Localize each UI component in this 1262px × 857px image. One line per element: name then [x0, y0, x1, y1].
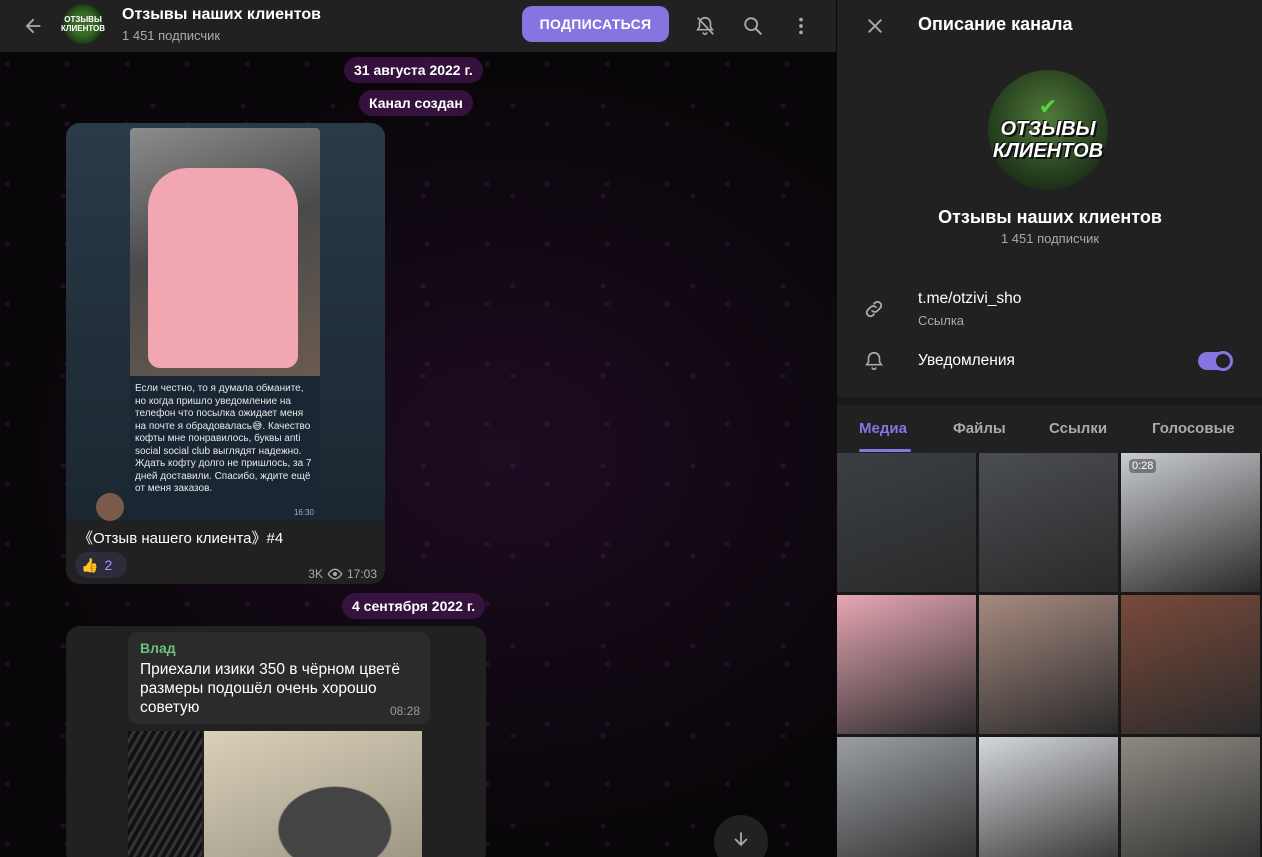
post-time: 17:03 [346, 567, 377, 581]
message-text: Приехали изики 350 в чёрном цветё размер… [140, 661, 401, 716]
close-panel-button[interactable] [859, 10, 891, 42]
more-button[interactable] [785, 10, 817, 42]
media-thumbnail[interactable] [979, 595, 1118, 734]
thumbs-up-icon: 👍 [81, 556, 99, 573]
toggle-knob [1213, 351, 1233, 371]
channel-avatar[interactable]: ОТЗЫВЫ КЛИЕНТОВ [61, 4, 105, 44]
media-tabs: Медиа Файлы Ссылки Голосовые [837, 405, 1262, 453]
notifications-label: Уведомления [918, 352, 1015, 369]
review-text: Если честно, то я думала обманите, но ко… [135, 383, 312, 494]
link-icon [865, 300, 883, 318]
logo-line-1: ОТЗЫВЫ [1000, 118, 1096, 140]
notifications-toggle[interactable] [1198, 351, 1233, 371]
bell-icon [865, 351, 883, 371]
quoted-message[interactable]: Влад Приехали изики 350 в чёрном цветё р… [128, 632, 430, 724]
reviewer-avatar [96, 493, 124, 521]
service-message: Канал создан [359, 90, 473, 116]
media-thumbnail[interactable] [1121, 595, 1260, 734]
review-screenshot: Если честно, то я думала обманите, но ко… [130, 128, 320, 520]
media-thumbnail[interactable] [1121, 737, 1260, 857]
tab-links[interactable]: Ссылки [1049, 420, 1107, 437]
views-count: 3K [308, 567, 323, 581]
pink-hoodie [148, 168, 298, 368]
panel-header: Описание канала [837, 0, 1262, 52]
eye-icon [327, 568, 343, 580]
sneaker-photo-2[interactable] [204, 731, 422, 857]
search-button[interactable] [737, 10, 769, 42]
channel-info-panel: Описание канала ✔ ОТЗЫВЫ КЛИЕНТОВ Отзывы… [836, 0, 1262, 857]
post-photo[interactable]: Если честно, то я думала обманите, но ко… [66, 123, 385, 521]
channel-link[interactable]: t.me/otzivi_sho [918, 290, 1021, 308]
chat-view: ОТЗЫВЫ КЛИЕНТОВ Отзывы наших клиентов 1 … [0, 0, 836, 857]
message-forwarded-post[interactable]: Влад Приехали изики 350 в чёрном цветё р… [66, 626, 486, 857]
reaction-count: 2 [104, 557, 113, 573]
media-thumbnail[interactable] [979, 737, 1118, 857]
panel-title: Описание канала [918, 14, 1073, 34]
close-icon [868, 19, 882, 33]
media-thumbnail[interactable]: 0:28 [1121, 453, 1260, 592]
link-row-icon [861, 296, 887, 322]
tab-voice[interactable]: Голосовые [1152, 420, 1235, 437]
logo-line-2: КЛИЕНТОВ [992, 140, 1104, 162]
message-time: 08:28 [389, 704, 420, 718]
mute-button[interactable] [689, 10, 721, 42]
video-duration: 0:28 [1129, 459, 1157, 473]
date-separator: 4 сентября 2022 г. [342, 593, 486, 619]
message-author[interactable]: Влад [140, 640, 176, 656]
channel-info: ✔ ОТЗЫВЫ КЛИЕНТОВ Отзывы наших клиентов … [837, 52, 1262, 397]
media-grid: 0:28 [837, 453, 1262, 857]
active-tab-indicator [859, 449, 911, 452]
hoodie-photo [130, 128, 320, 376]
reaction-thumbs-up[interactable]: 👍 2 [75, 552, 127, 578]
telegram-app: ОТЗЫВЫ КЛИЕНТОВ Отзывы наших клиентов 1 … [0, 0, 1262, 857]
post-caption: 《Отзыв нашего клиента》#4 [78, 530, 284, 547]
back-button[interactable] [0, 0, 66, 52]
arrow-left-icon [25, 18, 41, 34]
search-icon [744, 17, 762, 35]
chat-title-block[interactable]: Отзывы наших клиентов 1 451 подписчик [122, 6, 321, 43]
sneaker-photo-1[interactable] [128, 731, 202, 857]
media-thumbnail[interactable] [979, 453, 1118, 592]
subscribe-button[interactable]: ПОДПИСАТЬСЯ [522, 6, 669, 42]
chat-title: Отзывы наших клиентов [122, 6, 321, 23]
channel-subscribers: 1 451 подписчик [1000, 231, 1100, 246]
tab-files[interactable]: Файлы [953, 420, 1006, 437]
media-thumbnail[interactable] [837, 595, 976, 734]
notifications-row-icon [861, 348, 887, 374]
date-separator: 31 августа 2022 г. [344, 57, 483, 83]
message-photo-post[interactable]: Если честно, то я думала обманите, но ко… [66, 123, 385, 584]
tab-media[interactable]: Медиа [859, 420, 907, 437]
channel-name: Отзывы наших клиентов [938, 207, 1162, 227]
post-meta: 3K 17:03 [308, 567, 377, 581]
review-time: 16:30 [293, 508, 314, 517]
channel-link-label: Ссылка [918, 313, 965, 328]
arrow-down-icon [734, 832, 748, 847]
more-vertical-icon [799, 17, 803, 35]
chat-subscribers: 1 451 подписчик [122, 28, 221, 43]
channel-avatar-large[interactable]: ✔ ОТЗЫВЫ КЛИЕНТОВ [988, 70, 1108, 190]
media-thumbnail[interactable] [837, 453, 976, 592]
check-icon: ✔ [1038, 94, 1058, 119]
chat-header: ОТЗЫВЫ КЛИЕНТОВ Отзывы наших клиентов 1 … [0, 0, 836, 52]
bell-off-icon [696, 16, 714, 36]
media-thumbnail[interactable] [837, 737, 976, 857]
